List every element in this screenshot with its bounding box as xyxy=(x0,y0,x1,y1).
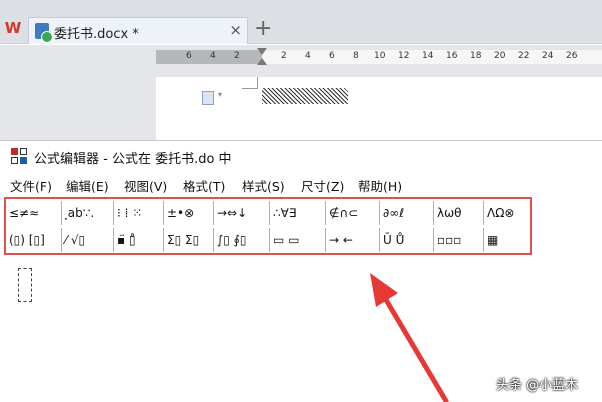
equation-editor-icon xyxy=(11,148,27,164)
annotation-arrow-icon xyxy=(370,273,449,402)
document-page[interactable]: ▾ xyxy=(156,77,602,140)
new-tab-button[interactable]: + xyxy=(254,16,272,42)
paste-options-icon[interactable] xyxy=(202,91,214,105)
underbar-overbar-templates-button[interactable]: ▭ ▭ xyxy=(270,228,326,252)
formula-input-slot[interactable] xyxy=(18,268,32,302)
integral-templates-button[interactable]: ∫▯ ∮▯ xyxy=(214,228,270,252)
close-tab-icon[interactable]: × xyxy=(229,21,242,39)
summation-templates-button[interactable]: Σ▯ Σ▯ xyxy=(164,228,214,252)
ruler-tick: 16 xyxy=(446,51,458,61)
menu-view[interactable]: 视图(V) xyxy=(124,176,167,195)
menu-bar: 文件(F) 编辑(E) 视图(V) 格式(T) 样式(S) 尺寸(Z) 帮助(H… xyxy=(0,174,602,194)
watermark-text: 头条 @小蓝木 xyxy=(496,378,579,393)
arrow-symbols-button[interactable]: →⇔↓ xyxy=(214,201,270,225)
embedded-formula-object[interactable] xyxy=(262,88,348,104)
symbol-palette: ≤≠≈ ⸼ab∵. ⁝ ⁞ ⁙ ±•⊗ →⇔↓ ∴∀∃ ∉∩⊂ ∂∞ℓ λωθ … xyxy=(4,197,532,255)
margin-corner-mark xyxy=(242,77,258,89)
spaces-ellipses-button[interactable]: ⸼ab∵. xyxy=(62,201,114,225)
ruler-tick: 12 xyxy=(398,51,410,61)
labeled-arrow-templates-button[interactable]: → ← xyxy=(326,228,380,252)
greek-lowercase-button[interactable]: λωθ xyxy=(434,201,484,225)
document-tab-title: 委托书.docx * xyxy=(54,27,139,42)
menu-format[interactable]: 格式(T) xyxy=(183,176,225,195)
document-icon xyxy=(35,23,53,43)
ruler-tick: 6 xyxy=(329,51,335,61)
logical-symbols-button[interactable]: ∴∀∃ xyxy=(270,201,326,225)
horizontal-ruler[interactable]: 6 4 2 2 4 6 8 10 12 14 16 18 20 22 24 26 xyxy=(156,48,602,66)
equation-editor-window: 公式编辑器 - 公式在 委托书.do 中 文件(F) 编辑(E) 视图(V) 格… xyxy=(0,140,602,402)
menu-edit[interactable]: 编辑(E) xyxy=(66,176,109,195)
fence-templates-button[interactable]: (▯) [▯] xyxy=(6,228,62,252)
ruler-tick: 4 xyxy=(305,51,311,61)
ruler-tick: 2 xyxy=(234,51,240,61)
ruler-tick: 4 xyxy=(210,51,216,61)
document-area: 6 4 2 2 4 6 8 10 12 14 16 18 20 22 24 26… xyxy=(0,45,602,140)
menu-style[interactable]: 样式(S) xyxy=(242,176,285,195)
window-title: 公式编辑器 - 公式在 委托书.do 中 xyxy=(34,152,232,167)
matrix-templates-button[interactable]: ▫▫▫ xyxy=(434,228,484,252)
ruler-tick: 22 xyxy=(518,51,530,61)
ruler-tick: 18 xyxy=(470,51,482,61)
embellishments-button[interactable]: ⁝ ⁞ ⁙ xyxy=(114,201,164,225)
template-palette-row: (▯) [▯] ⁄ √▯ ▪̈ ▯̊ Σ▯ Σ▯ ∫▯ ∮▯ ▭ ▭ → ← Ū… xyxy=(6,228,530,254)
ruler-tick: 14 xyxy=(422,51,434,61)
fraction-radical-templates-button[interactable]: ⁄ √▯ xyxy=(62,228,114,252)
products-set-theory-templates-button[interactable]: Ū Ů xyxy=(380,228,434,252)
relation-symbols-button[interactable]: ≤≠≈ xyxy=(6,201,62,225)
symbol-palette-row: ≤≠≈ ⸼ab∵. ⁝ ⁞ ⁙ ±•⊗ →⇔↓ ∴∀∃ ∉∩⊂ ∂∞ℓ λωθ … xyxy=(6,201,530,227)
ruler-tick: 24 xyxy=(542,51,554,61)
ruler-tick: 6 xyxy=(186,51,192,61)
ruler-tick: 20 xyxy=(494,51,506,61)
menu-file[interactable]: 文件(F) xyxy=(10,176,52,195)
operator-symbols-button[interactable]: ±•⊗ xyxy=(164,201,214,225)
document-tab[interactable]: 委托书.docx * × xyxy=(28,17,248,44)
matrix-grid-templates-button[interactable]: ▦ xyxy=(484,228,530,252)
set-theory-symbols-button[interactable]: ∉∩⊂ xyxy=(326,201,380,225)
subscript-superscript-templates-button[interactable]: ▪̈ ▯̊ xyxy=(114,228,164,252)
tab-bar: W 委托书.docx * × + xyxy=(0,0,602,44)
chevron-down-icon[interactable]: ▾ xyxy=(218,90,222,99)
misc-symbols-button[interactable]: ∂∞ℓ xyxy=(380,201,434,225)
greek-uppercase-button[interactable]: ΛΩ⊗ xyxy=(484,201,530,225)
wps-logo-icon[interactable]: W xyxy=(4,19,22,37)
ruler-tick: 8 xyxy=(353,51,359,61)
menu-size[interactable]: 尺寸(Z) xyxy=(301,176,344,195)
ruler-tick: 2 xyxy=(281,51,287,61)
menu-help[interactable]: 帮助(H) xyxy=(358,176,402,195)
indent-marker-icon[interactable] xyxy=(256,48,268,66)
ruler-tick: 26 xyxy=(566,51,578,61)
ruler-tick: 10 xyxy=(374,51,386,61)
